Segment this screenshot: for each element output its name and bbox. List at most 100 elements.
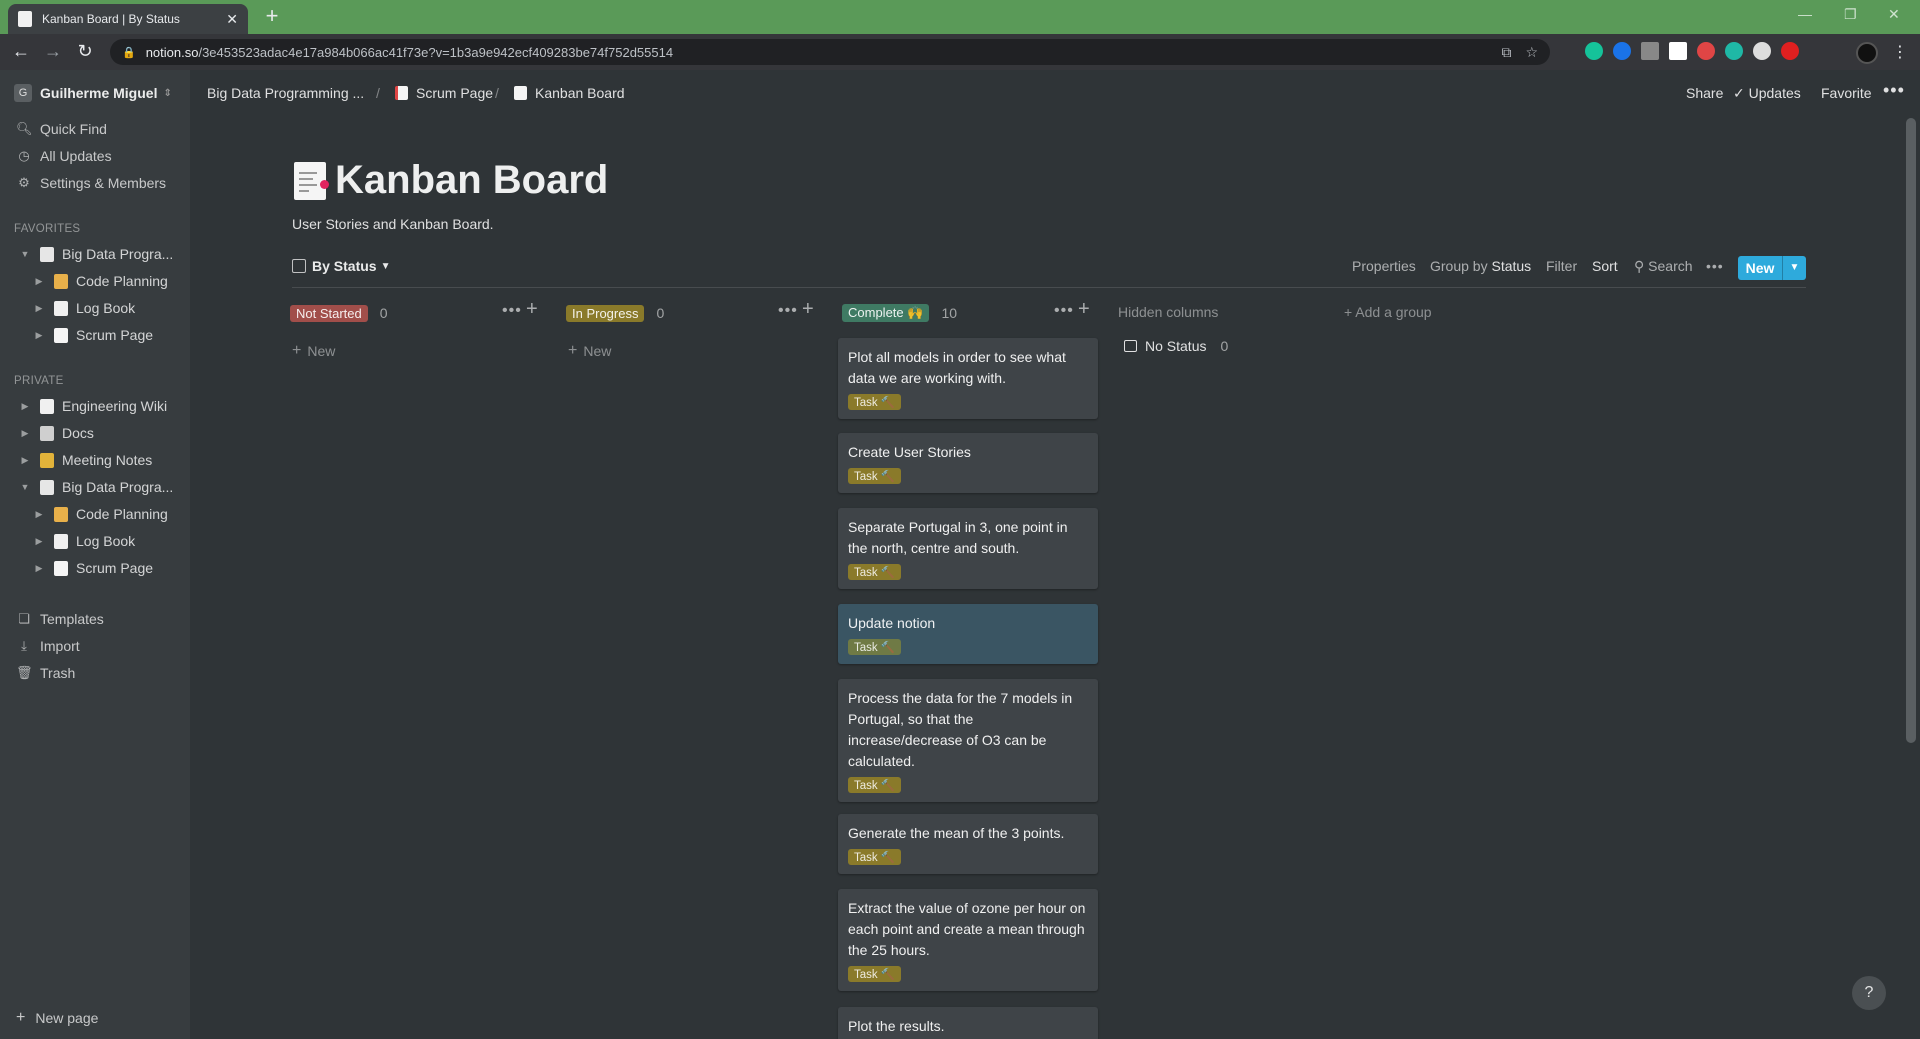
sidebar-item[interactable]: ▼ Big Data Progra... (18, 243, 174, 265)
kanban-card[interactable]: Create User Stories Task 🔨 (838, 433, 1098, 493)
status-pill[interactable]: Not Started (290, 304, 368, 322)
reload-icon[interactable]: ↻ (70, 41, 100, 62)
favorite-button[interactable]: Favorite (1821, 85, 1872, 101)
kanban-card[interactable]: Generate the mean of the 3 points. Task 🔨 (838, 814, 1098, 874)
restore-icon[interactable]: ❐ (1844, 6, 1857, 23)
trash[interactable]: 🗑︎ Trash (16, 662, 75, 684)
toggle-expanded-icon[interactable]: ▼ (18, 482, 32, 492)
toggle-collapsed-icon[interactable]: ▶ (18, 401, 32, 412)
extension-icon[interactable] (1697, 42, 1715, 60)
workspace-switcher[interactable]: G Guilherme Miguel ⇕ (14, 84, 172, 102)
kanban-card[interactable]: Extract the value of ozone per hour on e… (838, 889, 1098, 991)
sidebar-item[interactable]: ▶ Meeting Notes (18, 449, 153, 471)
toggle-collapsed-icon[interactable]: ▶ (32, 303, 46, 314)
settings-members[interactable]: ⚙ Settings & Members (16, 172, 166, 194)
column-more-icon[interactable]: ••• (1054, 302, 1074, 320)
extension-icon[interactable] (1725, 42, 1743, 60)
toggle-collapsed-icon[interactable]: ▶ (32, 276, 46, 287)
toggle-collapsed-icon[interactable]: ▶ (18, 428, 32, 439)
kanban-card[interactable]: Separate Portugal in 3, one point in the… (838, 508, 1098, 589)
toggle-collapsed-icon[interactable]: ▶ (32, 509, 46, 520)
forward-icon[interactable]: → (38, 41, 68, 62)
properties-button[interactable]: Properties (1352, 258, 1416, 274)
toggle-collapsed-icon[interactable]: ▶ (32, 330, 46, 341)
sidebar-item[interactable]: ▶ Code Planning (32, 503, 168, 525)
column-add-icon[interactable]: + (802, 298, 815, 321)
tab-close-icon[interactable]: ✕ (226, 11, 238, 28)
column-new-button[interactable]: + New (292, 342, 335, 360)
minimize-icon[interactable]: — (1798, 6, 1812, 22)
quick-find[interactable]: 🔍︎ Quick Find (16, 118, 107, 140)
column-more-icon[interactable]: ••• (502, 302, 522, 320)
breadcrumb-item[interactable]: Scrum Page (395, 85, 493, 101)
updates-button[interactable]: ✓ Updates (1733, 85, 1801, 102)
breadcrumb-item[interactable]: Big Data Programming ... (207, 85, 364, 101)
kanban-card[interactable]: Process the data for the 7 models in Por… (838, 679, 1098, 802)
profile-avatar[interactable] (1856, 42, 1878, 64)
group-by-button[interactable]: Group by Status (1430, 258, 1531, 274)
sidebar-item[interactable]: ▼ Big Data Progra... (18, 476, 174, 498)
url-input[interactable]: 🔒 notion.so/3e453523adac4e17a984b066ac41… (110, 39, 1550, 65)
sidebar-item[interactable]: ▶ Scrum Page (32, 557, 154, 579)
extension-icon[interactable] (1613, 42, 1631, 60)
new-record-button[interactable]: New ▼ (1738, 256, 1806, 280)
translate-icon[interactable]: ⧉ (1501, 44, 1511, 61)
filter-button[interactable]: Filter (1546, 258, 1577, 274)
board-column-header[interactable]: Complete 🙌 10 (842, 302, 957, 324)
column-new-button[interactable]: + New (568, 342, 611, 360)
new-page-button[interactable]: + New page (16, 1007, 98, 1029)
column-count: 10 (941, 305, 958, 321)
column-add-icon[interactable]: + (526, 298, 539, 321)
more-options-icon[interactable]: ••• (1883, 80, 1905, 101)
page-title[interactable]: Kanban Board (335, 158, 608, 203)
kanban-card[interactable]: Update notion Task 🔨 (838, 604, 1098, 664)
extension-icon[interactable] (1641, 42, 1659, 60)
browser-menu-icon[interactable]: ⋮ (1892, 42, 1908, 62)
column-add-icon[interactable]: + (1078, 298, 1091, 321)
card-tag: Task 🔨 (848, 777, 902, 793)
scrollbar-thumb[interactable] (1906, 118, 1916, 743)
share-button[interactable]: Share (1686, 85, 1723, 101)
help-button[interactable]: ? (1852, 976, 1886, 1010)
templates[interactable]: ❏ Templates (16, 608, 104, 630)
import[interactable]: ⤓ Import (16, 635, 80, 657)
view-more-icon[interactable]: ••• (1706, 258, 1724, 274)
view-selector[interactable]: By Status ▼ (292, 258, 390, 274)
templates-label: Templates (40, 611, 104, 627)
browser-tab[interactable]: Kanban Board | By Status ✕ (8, 4, 248, 34)
status-pill[interactable]: Complete 🙌 (842, 304, 930, 322)
grammarly-extension-icon[interactable] (1585, 42, 1603, 60)
extension-icon[interactable] (1781, 42, 1799, 60)
sidebar-item[interactable]: ▶ Docs (18, 422, 94, 444)
toggle-collapsed-icon[interactable]: ▶ (32, 536, 46, 547)
extension-icon[interactable] (1753, 42, 1771, 60)
hidden-column-no-status[interactable]: No Status 0 (1124, 338, 1228, 354)
chevron-down-icon[interactable]: ▼ (1782, 256, 1806, 280)
sidebar-item[interactable]: ▶ Scrum Page (32, 324, 154, 346)
sidebar-item[interactable]: ▶ Log Book (32, 297, 136, 319)
page-description[interactable]: User Stories and Kanban Board. (292, 216, 494, 232)
board-column-header[interactable]: Not Started 0 (290, 302, 388, 324)
column-more-icon[interactable]: ••• (778, 302, 798, 320)
bookmark-star-icon[interactable]: ☆ (1525, 44, 1538, 61)
kanban-card[interactable]: Plot the results. (838, 1007, 1098, 1039)
sidebar-item[interactable]: ▶ Log Book (32, 530, 136, 552)
new-tab-button[interactable]: + (260, 5, 284, 29)
breadcrumb-item[interactable]: Kanban Board (514, 85, 625, 101)
toggle-expanded-icon[interactable]: ▼ (18, 249, 32, 259)
sort-button[interactable]: Sort (1592, 258, 1618, 274)
status-pill[interactable]: In Progress (566, 304, 645, 322)
window-close-icon[interactable]: ✕ (1888, 6, 1900, 23)
chart-extension-icon[interactable] (1669, 42, 1687, 60)
sidebar-item[interactable]: ▶ Code Planning (32, 270, 168, 292)
sidebar-item[interactable]: ▶ Engineering Wiki (18, 395, 168, 417)
kanban-card[interactable]: Plot all models in order to see what dat… (838, 338, 1098, 419)
board-column-header[interactable]: In Progress 0 (566, 302, 664, 324)
back-icon[interactable]: ← (6, 41, 36, 62)
add-group-button[interactable]: + Add a group (1344, 304, 1432, 320)
toggle-collapsed-icon[interactable]: ▶ (32, 563, 46, 574)
page-icon[interactable] (294, 162, 329, 200)
search-button[interactable]: ⚲ Search (1634, 258, 1693, 275)
all-updates[interactable]: ◷ All Updates (16, 145, 111, 167)
toggle-collapsed-icon[interactable]: ▶ (18, 455, 32, 466)
